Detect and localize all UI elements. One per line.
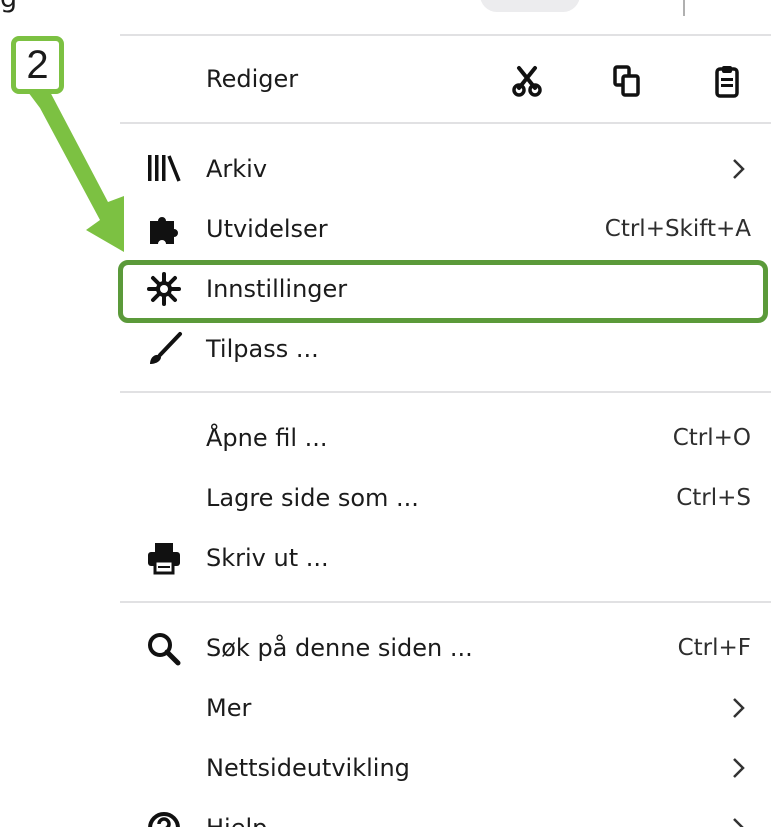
step-number-badge: 2 xyxy=(11,36,64,94)
annotation-arrow xyxy=(28,88,124,252)
